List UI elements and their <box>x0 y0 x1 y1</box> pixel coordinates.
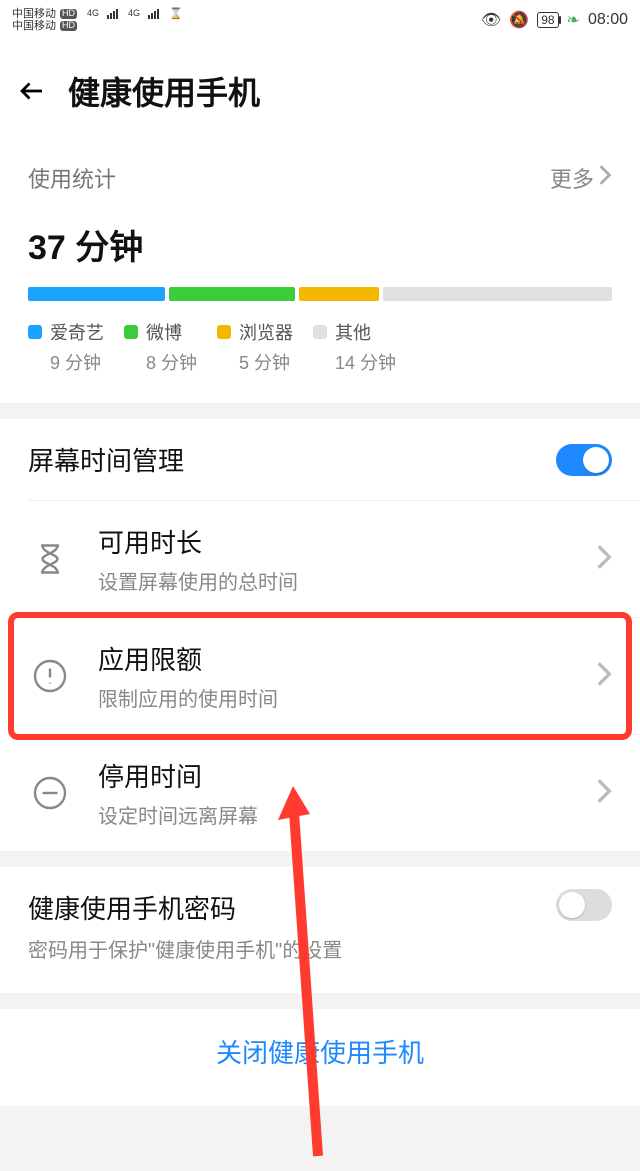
usage-bar <box>28 287 612 301</box>
legend-item: 微博8 分钟 <box>124 319 197 375</box>
page-title: 健康使用手机 <box>68 68 260 114</box>
usage-section: 使用统计 更多 37 分钟 爱奇艺9 分钟微博8 分钟浏览器5 分钟其他14 分… <box>0 144 640 403</box>
legend-item: 浏览器5 分钟 <box>217 319 293 375</box>
password-toggle[interactable] <box>556 889 612 921</box>
screen-time-management-row: 屏幕时间管理 <box>0 419 640 500</box>
chevron-right-icon <box>596 543 612 576</box>
close-digital-balance-button[interactable]: 关闭健康使用手机 <box>186 1021 454 1082</box>
app-quota-row[interactable]: 应用限额 限制应用的使用时间 <box>0 618 640 734</box>
status-left: 中国移动HD 4G 4G ⌛ 中国移动HD <box>12 8 183 32</box>
hourglass-icon <box>28 541 72 577</box>
usage-label: 使用统计 <box>28 162 116 194</box>
available-time-row[interactable]: 可用时长 设置屏幕使用的总时间 <box>0 501 640 617</box>
screen-time-toggle[interactable] <box>556 444 612 476</box>
downtime-sub: 设定时间远离屏幕 <box>98 800 596 829</box>
clock-label: 08:00 <box>588 11 628 29</box>
back-button[interactable] <box>14 73 50 109</box>
battery-indicator: 98 <box>537 12 558 28</box>
app-quota-sub: 限制应用的使用时间 <box>98 683 596 712</box>
usage-bar-segment <box>169 287 295 301</box>
usage-more-link[interactable]: 更多 <box>550 162 612 194</box>
leaf-icon: ❧ <box>567 10 580 30</box>
usage-legend: 爱奇艺9 分钟微博8 分钟浏览器5 分钟其他14 分钟 <box>28 319 612 375</box>
bottom-bar: 关闭健康使用手机 <box>0 1009 640 1106</box>
usage-bar-segment <box>299 287 379 301</box>
status-bar: 中国移动HD 4G 4G ⌛ 中国移动HD 👁 🔕 98 ❧ 08:00 <box>0 0 640 40</box>
downtime-title: 停用时间 <box>98 757 596 794</box>
screen-time-label: 屏幕时间管理 <box>28 441 184 478</box>
chevron-right-icon <box>596 777 612 810</box>
status-right: 👁 🔕 98 ❧ 08:00 <box>481 10 628 30</box>
app-quota-title: 应用限额 <box>98 640 596 677</box>
legend-item: 其他14 分钟 <box>313 319 396 375</box>
legend-item: 爱奇艺9 分钟 <box>28 319 104 375</box>
silent-icon: 🔕 <box>509 10 529 30</box>
usage-total: 37 分钟 <box>28 220 612 269</box>
minus-circle-icon <box>28 775 72 811</box>
password-sub: 密码用于保护"健康使用手机"的设置 <box>28 934 342 963</box>
password-row: 健康使用手机密码 密码用于保护"健康使用手机"的设置 <box>0 867 640 993</box>
eye-icon: 👁 <box>481 10 501 30</box>
downtime-row[interactable]: 停用时间 设定时间远离屏幕 <box>0 735 640 851</box>
chevron-right-icon <box>598 164 612 192</box>
available-time-sub: 设置屏幕使用的总时间 <box>98 566 596 595</box>
available-time-title: 可用时长 <box>98 523 596 560</box>
page-header: 健康使用手机 <box>0 40 640 144</box>
usage-bar-segment <box>28 287 165 301</box>
usage-bar-segment <box>383 287 612 301</box>
exclamation-circle-icon <box>28 658 72 694</box>
password-title: 健康使用手机密码 <box>28 889 342 926</box>
chevron-right-icon <box>596 660 612 693</box>
